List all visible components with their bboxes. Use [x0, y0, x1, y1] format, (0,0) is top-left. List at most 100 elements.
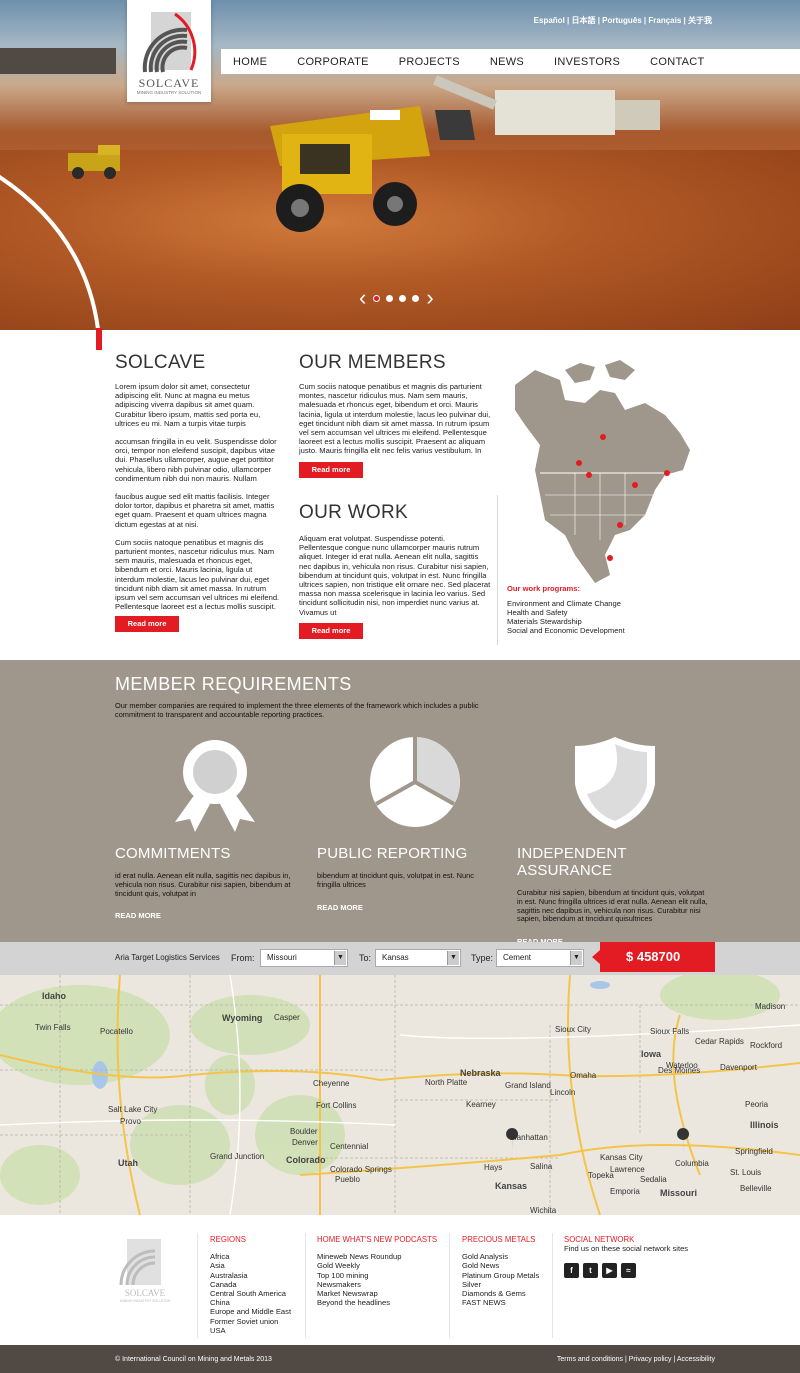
news-link[interactable]: Top 100 mining — [317, 1271, 437, 1280]
news-link[interactable]: Market Newswrap — [317, 1289, 437, 1298]
nav-investors[interactable]: INVESTORS — [554, 56, 620, 68]
logistics-map[interactable]: Idaho Wyoming Casper Twin Falls Pocatello Sal… — [0, 975, 800, 1215]
about-p1: Lorem ipsum dolor sit amet, consectetur … — [115, 382, 261, 428]
hero-banner: SOLCAVE MINING INDUSTRY SOLUTION Español… — [0, 0, 800, 330]
map-label: Pocatello — [100, 1027, 133, 1036]
region-link[interactable]: Former Soviet union — [210, 1317, 291, 1326]
metals-link[interactable]: Gold News — [462, 1261, 539, 1270]
region-link[interactable]: China — [210, 1298, 291, 1307]
type-select[interactable]: Cement ▼ — [496, 949, 584, 967]
divider — [497, 495, 498, 645]
regions-heading: REGIONS — [210, 1235, 246, 1244]
rss-icon[interactable]: ≈ — [621, 1263, 636, 1279]
program-item[interactable]: Materials Stewardship — [507, 617, 625, 626]
metals-link[interactable]: Diamonds & Gems — [462, 1289, 539, 1298]
map-label: Centennial — [330, 1142, 369, 1151]
chevron-down-icon: ▼ — [334, 951, 346, 965]
map-label: Kearney — [466, 1100, 496, 1109]
metals-link[interactable]: FAST NEWS — [462, 1298, 539, 1307]
to-value: Kansas — [382, 953, 409, 962]
region-link[interactable]: Europe and Middle East — [210, 1307, 291, 1316]
metals-link[interactable]: Silver — [462, 1280, 539, 1289]
program-item[interactable]: Environment and Climate Change — [507, 599, 625, 608]
prev-slide-icon[interactable]: ‹ — [359, 287, 366, 309]
metals-link[interactable]: Platinum Group Metals — [462, 1271, 539, 1280]
members-read-more-button[interactable]: Read more — [299, 461, 363, 478]
youtube-icon[interactable]: ▶ — [602, 1263, 617, 1279]
main-nav: HOME CORPORATE PROJECTS NEWS INVESTORS C… — [221, 49, 800, 74]
slide-dot-2[interactable] — [386, 294, 394, 302]
map-label: Sioux City — [555, 1025, 592, 1034]
news-link[interactable]: Mineweb News Roundup — [317, 1252, 437, 1261]
nav-projects[interactable]: PROJECTS — [399, 56, 460, 68]
region-link[interactable]: Australasia — [210, 1271, 291, 1280]
metals-link[interactable]: Gold Analysis — [462, 1252, 539, 1261]
footer-divider — [449, 1233, 450, 1338]
news-link[interactable]: Gold Weekly — [317, 1261, 437, 1270]
twitter-icon[interactable]: t — [583, 1263, 598, 1279]
to-label: To: — [359, 953, 372, 963]
footer-logo-text: SOLCAVE — [125, 1288, 166, 1298]
map-label: Missouri — [660, 1188, 698, 1198]
work-read-more-button[interactable]: Read more — [299, 622, 363, 639]
map-label: Nebraska — [460, 1068, 501, 1078]
map-label: Iowa — [641, 1049, 662, 1059]
slide-dot-4[interactable] — [412, 294, 420, 302]
facebook-icon[interactable]: f — [564, 1263, 579, 1279]
map-label: Colorado Springs — [330, 1165, 392, 1174]
program-item[interactable]: Health and Safety — [507, 608, 625, 617]
program-item[interactable]: Social and Economic Development — [507, 626, 625, 635]
chevron-down-icon: ▼ — [570, 951, 582, 965]
reporting-read-more-link[interactable]: READ MORE — [317, 903, 363, 912]
map-label: Manhattan — [510, 1133, 548, 1142]
region-link[interactable]: Africa — [210, 1252, 291, 1261]
type-label: Type: — [471, 953, 494, 963]
nav-contact[interactable]: CONTACT — [650, 56, 704, 68]
footer-divider — [552, 1233, 553, 1338]
nav-corporate[interactable]: CORPORATE — [297, 56, 369, 68]
map-label: Provo — [120, 1117, 141, 1126]
map-label: Davenport — [720, 1063, 757, 1072]
far-truck — [68, 145, 120, 179]
news-link[interactable]: Beyond the headlines — [317, 1298, 437, 1307]
map-label: St. Louis — [730, 1168, 762, 1177]
region-link[interactable]: USA — [210, 1326, 291, 1335]
map-label: Waterloo — [666, 1061, 698, 1070]
social-heading: SOCIAL NETWORK — [564, 1235, 635, 1244]
news-heading[interactable]: HOME WHAT'S NEW PODCASTS — [317, 1235, 437, 1244]
logo-subtitle: MINING INDUSTRY SOLUTION — [136, 90, 202, 95]
footer-logo[interactable]: SOLCAVE MINING INDUSTRY SOLUTION — [115, 1233, 175, 1303]
language-links[interactable]: Español | 日本語 | Português | Français | 关… — [534, 15, 712, 26]
commitments-text: id erat nulla. Aenean elit nulla, sagitt… — [115, 871, 291, 898]
copyright: © International Council on Mining and Me… — [115, 1356, 272, 1363]
news-link[interactable]: Newsmakers — [317, 1280, 437, 1289]
slide-dot-3[interactable] — [399, 294, 407, 302]
map-label: Wyoming — [222, 1013, 263, 1023]
map-label: Salt Lake City — [108, 1105, 158, 1114]
from-select[interactable]: Missouri ▼ — [260, 949, 348, 967]
metals-heading: PRECIOUS METALS — [462, 1235, 536, 1244]
region-link[interactable]: Central South America — [210, 1289, 291, 1298]
map-label: North Platte — [425, 1078, 468, 1087]
next-slide-icon[interactable]: › — [426, 287, 433, 309]
members-title: OUR MEMBERS — [299, 352, 446, 373]
region-link[interactable]: Asia — [210, 1261, 291, 1270]
requirements-section: MEMBER REQUIREMENTS Our member companies… — [0, 660, 800, 946]
intro-section: SOLCAVE Lorem ipsum dolor sit amet, cons… — [0, 330, 800, 660]
about-p4: Cum sociis natoque penatibus et magnis d… — [115, 537, 280, 612]
members-text: Cum sociis natoque penatibus et magnis d… — [299, 382, 491, 456]
map-label: Fort Collins — [316, 1101, 357, 1110]
about-read-more-button[interactable]: Read more — [115, 616, 179, 633]
to-select[interactable]: Kansas ▼ — [375, 949, 461, 967]
logo[interactable]: SOLCAVE MINING INDUSTRY SOLUTION — [127, 0, 211, 102]
nav-home[interactable]: HOME — [233, 56, 267, 68]
map-label: Wichita — [530, 1206, 557, 1215]
price-badge: $ 458700 — [592, 942, 715, 972]
slide-dot-1[interactable] — [373, 294, 381, 302]
commitments-read-more-link[interactable]: READ MORE — [115, 911, 161, 920]
bottom-links[interactable]: Terms and conditions | Privacy policy | … — [557, 1356, 715, 1363]
work-text: Aliquam erat volutpat. Suspendisse poten… — [299, 534, 491, 617]
map-label: Madison — [755, 1002, 786, 1011]
region-link[interactable]: Canada — [210, 1280, 291, 1289]
nav-news[interactable]: NEWS — [490, 56, 524, 68]
